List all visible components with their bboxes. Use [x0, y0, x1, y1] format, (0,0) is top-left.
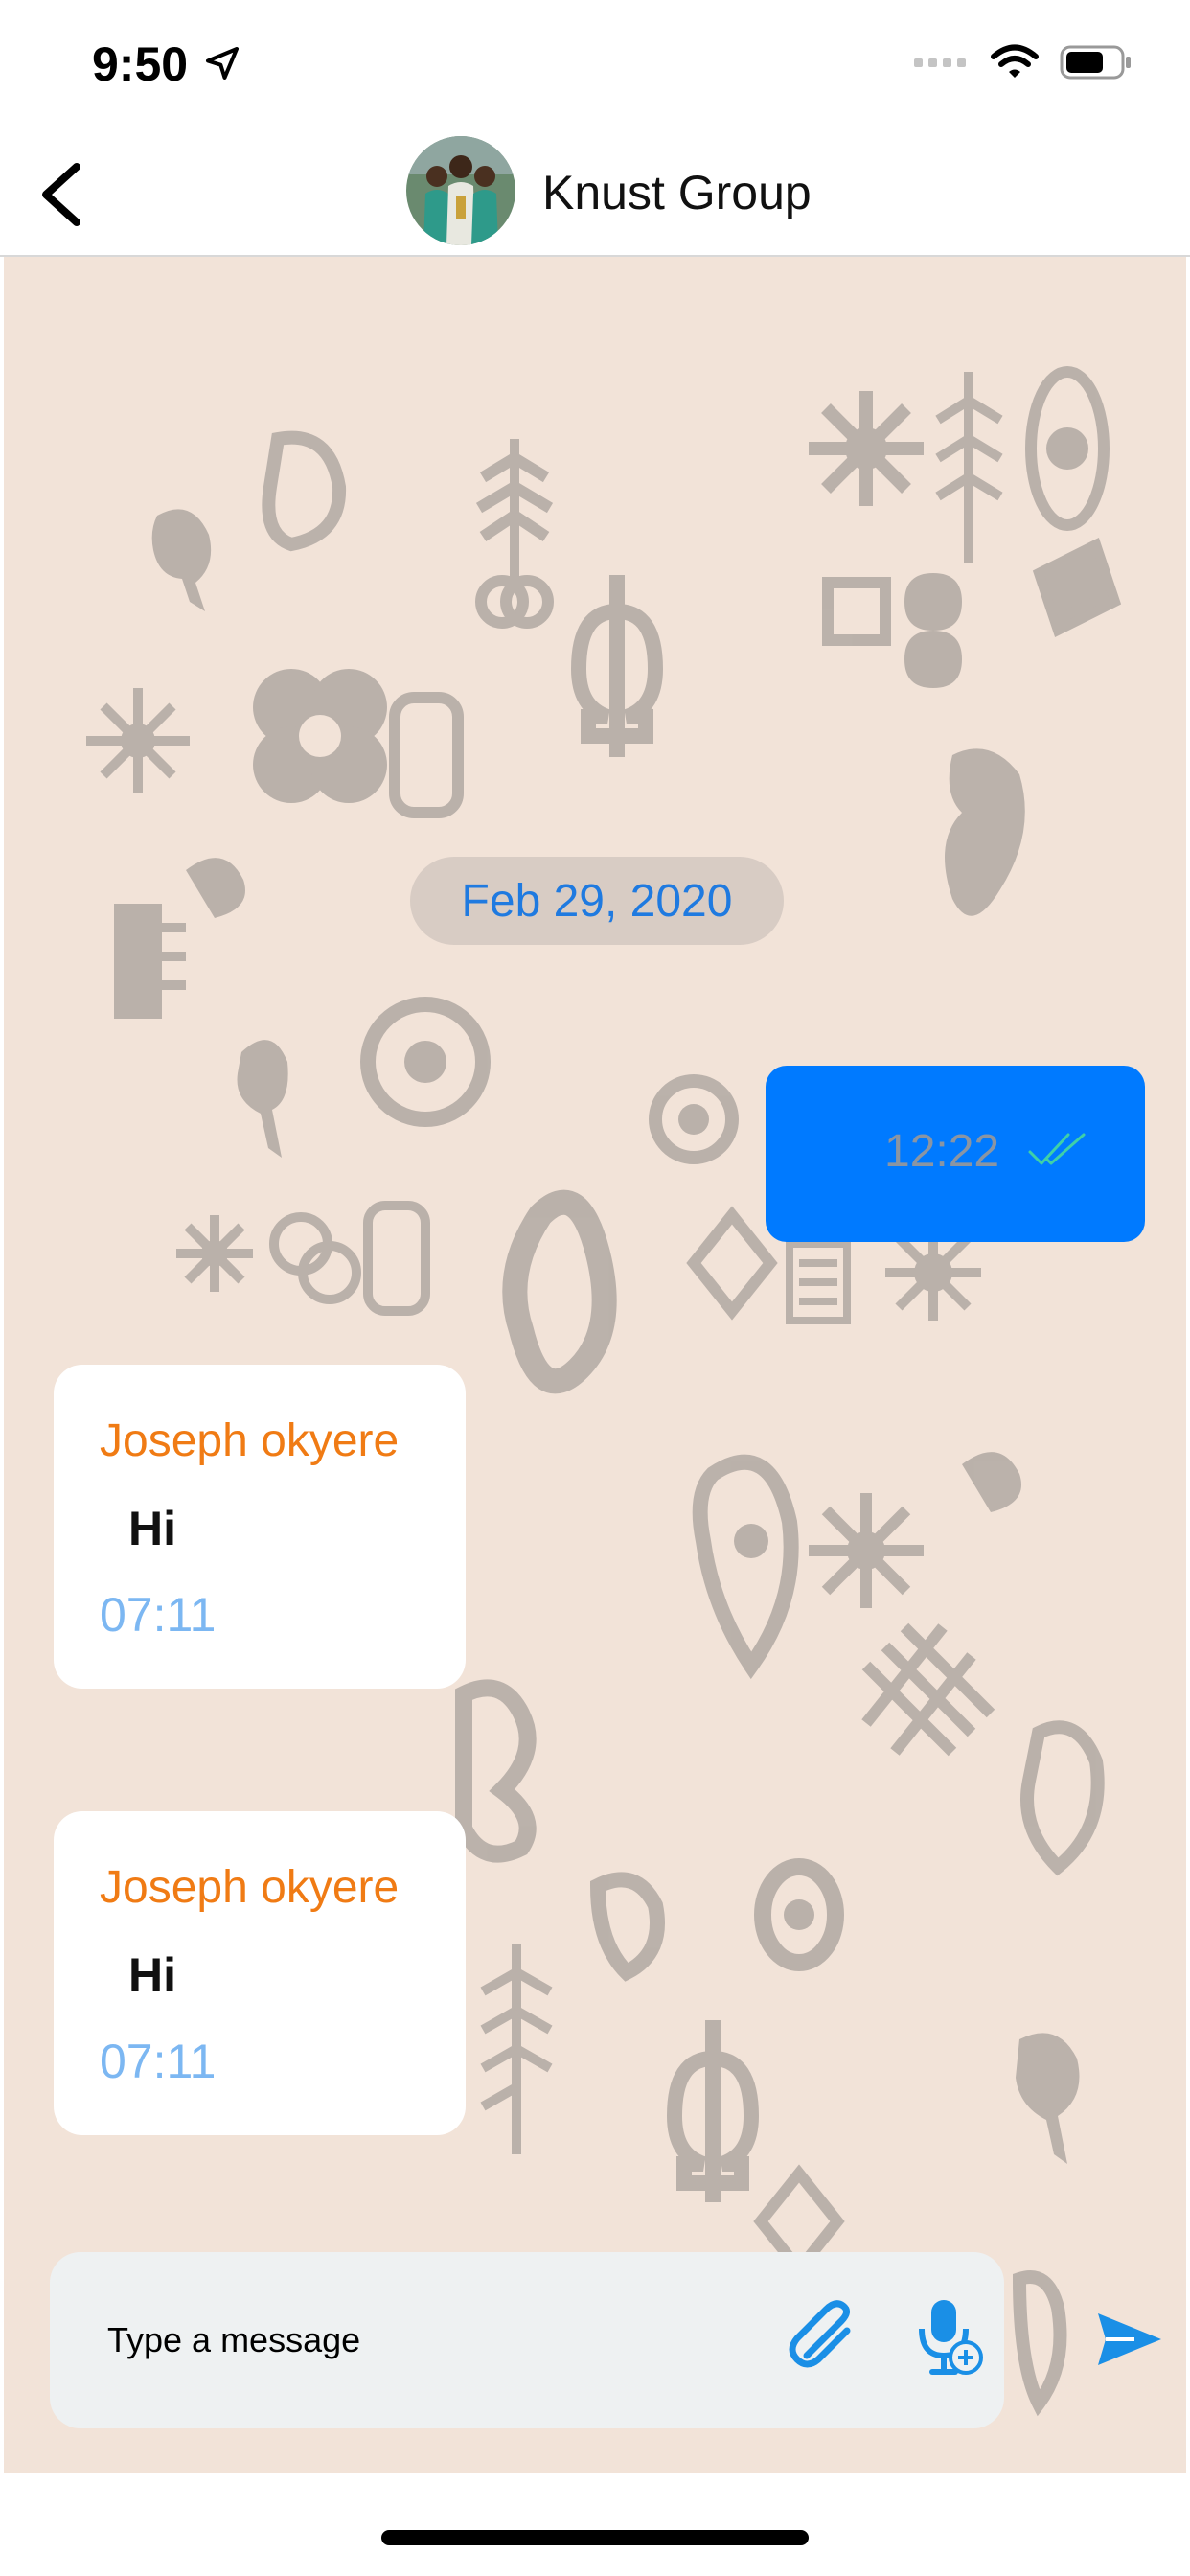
home-indicator[interactable] — [381, 2530, 809, 2545]
date-separator-label: Feb 29, 2020 — [461, 875, 733, 927]
double-check-icon — [1028, 1133, 1086, 1165]
group-avatar[interactable] — [406, 136, 515, 245]
status-bar: 9:50 — [0, 0, 1190, 125]
message-time: 07:11 — [100, 2035, 217, 2088]
message-time: 12:22 — [884, 1126, 1000, 1177]
chat-title[interactable]: Knust Group — [542, 165, 812, 220]
outgoing-message-bubble[interactable]: 12:22 — [766, 1066, 1145, 1242]
status-time: 9:50 — [92, 37, 189, 91]
chevron-left-icon[interactable] — [34, 161, 92, 228]
sender-name: Joseph okyere — [100, 1862, 400, 1913]
location-arrow-icon — [206, 47, 239, 80]
incoming-message-bubble[interactable]: Joseph okyere Hi 07:11 — [54, 1811, 466, 2135]
message-composer — [50, 2252, 1004, 2428]
wifi-icon — [991, 44, 1039, 78]
message-text: Hi — [128, 1948, 176, 2002]
message-time: 07:11 — [100, 1588, 217, 1642]
status-indicators — [914, 44, 1133, 80]
paperclip-icon[interactable] — [788, 2300, 862, 2375]
microphone-plus-icon[interactable] — [912, 2296, 985, 2380]
message-text: Hi — [128, 1502, 176, 1555]
date-separator: Feb 29, 2020 — [410, 857, 784, 945]
chat-header: Knust Group — [0, 125, 1190, 257]
cellular-signal-icon — [914, 58, 966, 67]
chat-area[interactable]: Feb 29, 2020 12:22 Joseph okyere Hi 07:1… — [4, 257, 1186, 2472]
message-input[interactable] — [107, 2310, 682, 2371]
send-icon[interactable] — [1096, 2310, 1163, 2369]
sender-name: Joseph okyere — [100, 1415, 400, 1466]
incoming-message-bubble[interactable]: Joseph okyere Hi 07:11 — [54, 1365, 466, 1689]
battery-icon — [1060, 45, 1131, 80]
